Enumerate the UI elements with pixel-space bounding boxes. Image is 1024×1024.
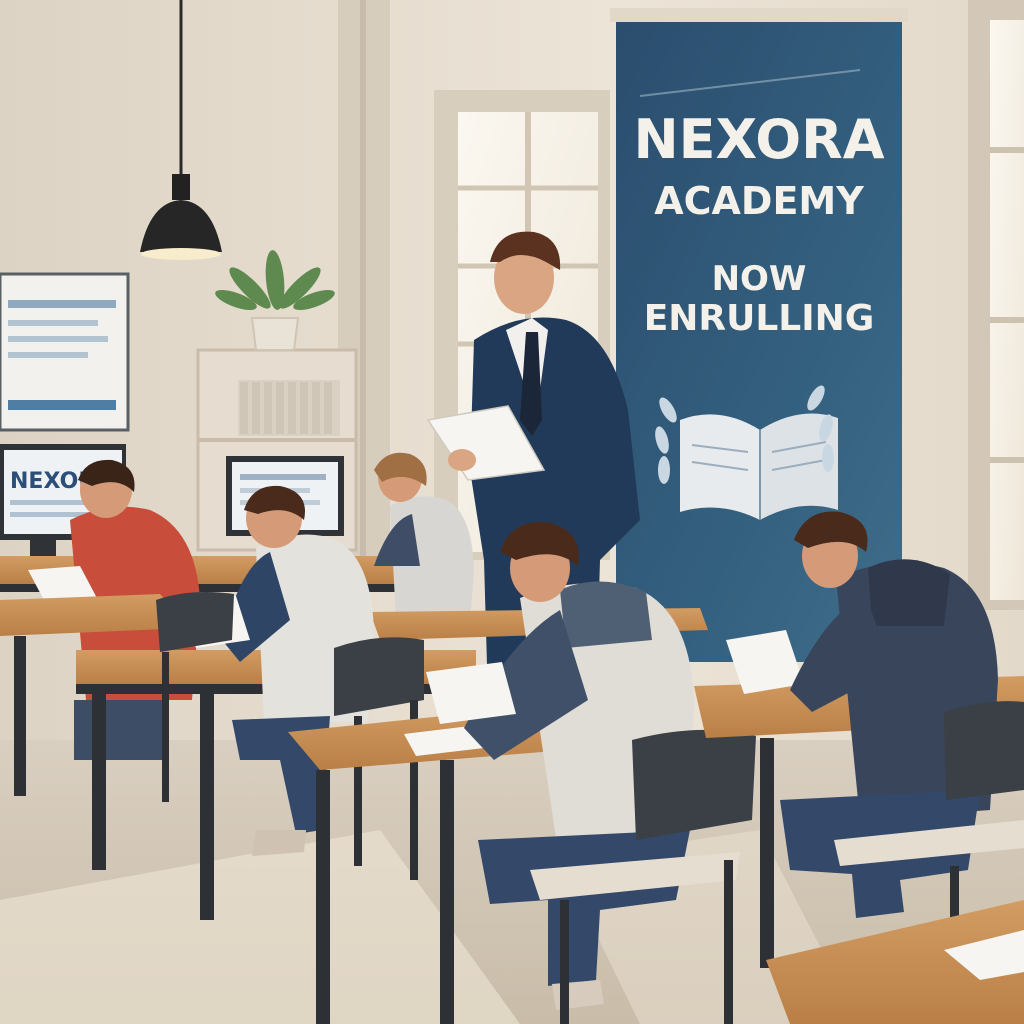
banner-line-1: NOW [712,259,807,299]
banner-subtitle: ACADEMY [654,179,864,223]
right-window [968,0,1024,610]
paper-sheet [426,662,516,724]
banner-title: NEXORA [633,108,884,171]
banner-line-2: ENRULLING [644,298,875,339]
wall-pillar-edge [360,0,366,560]
classroom-scene: NEXORA ACADEMY NOW ENRULLING NEXORA [0,0,1024,1024]
book-icon [680,413,838,520]
banner-rod [610,8,908,22]
banner: NEXORA ACADEMY NOW ENRULLING [610,8,908,662]
wall-board [0,272,130,432]
